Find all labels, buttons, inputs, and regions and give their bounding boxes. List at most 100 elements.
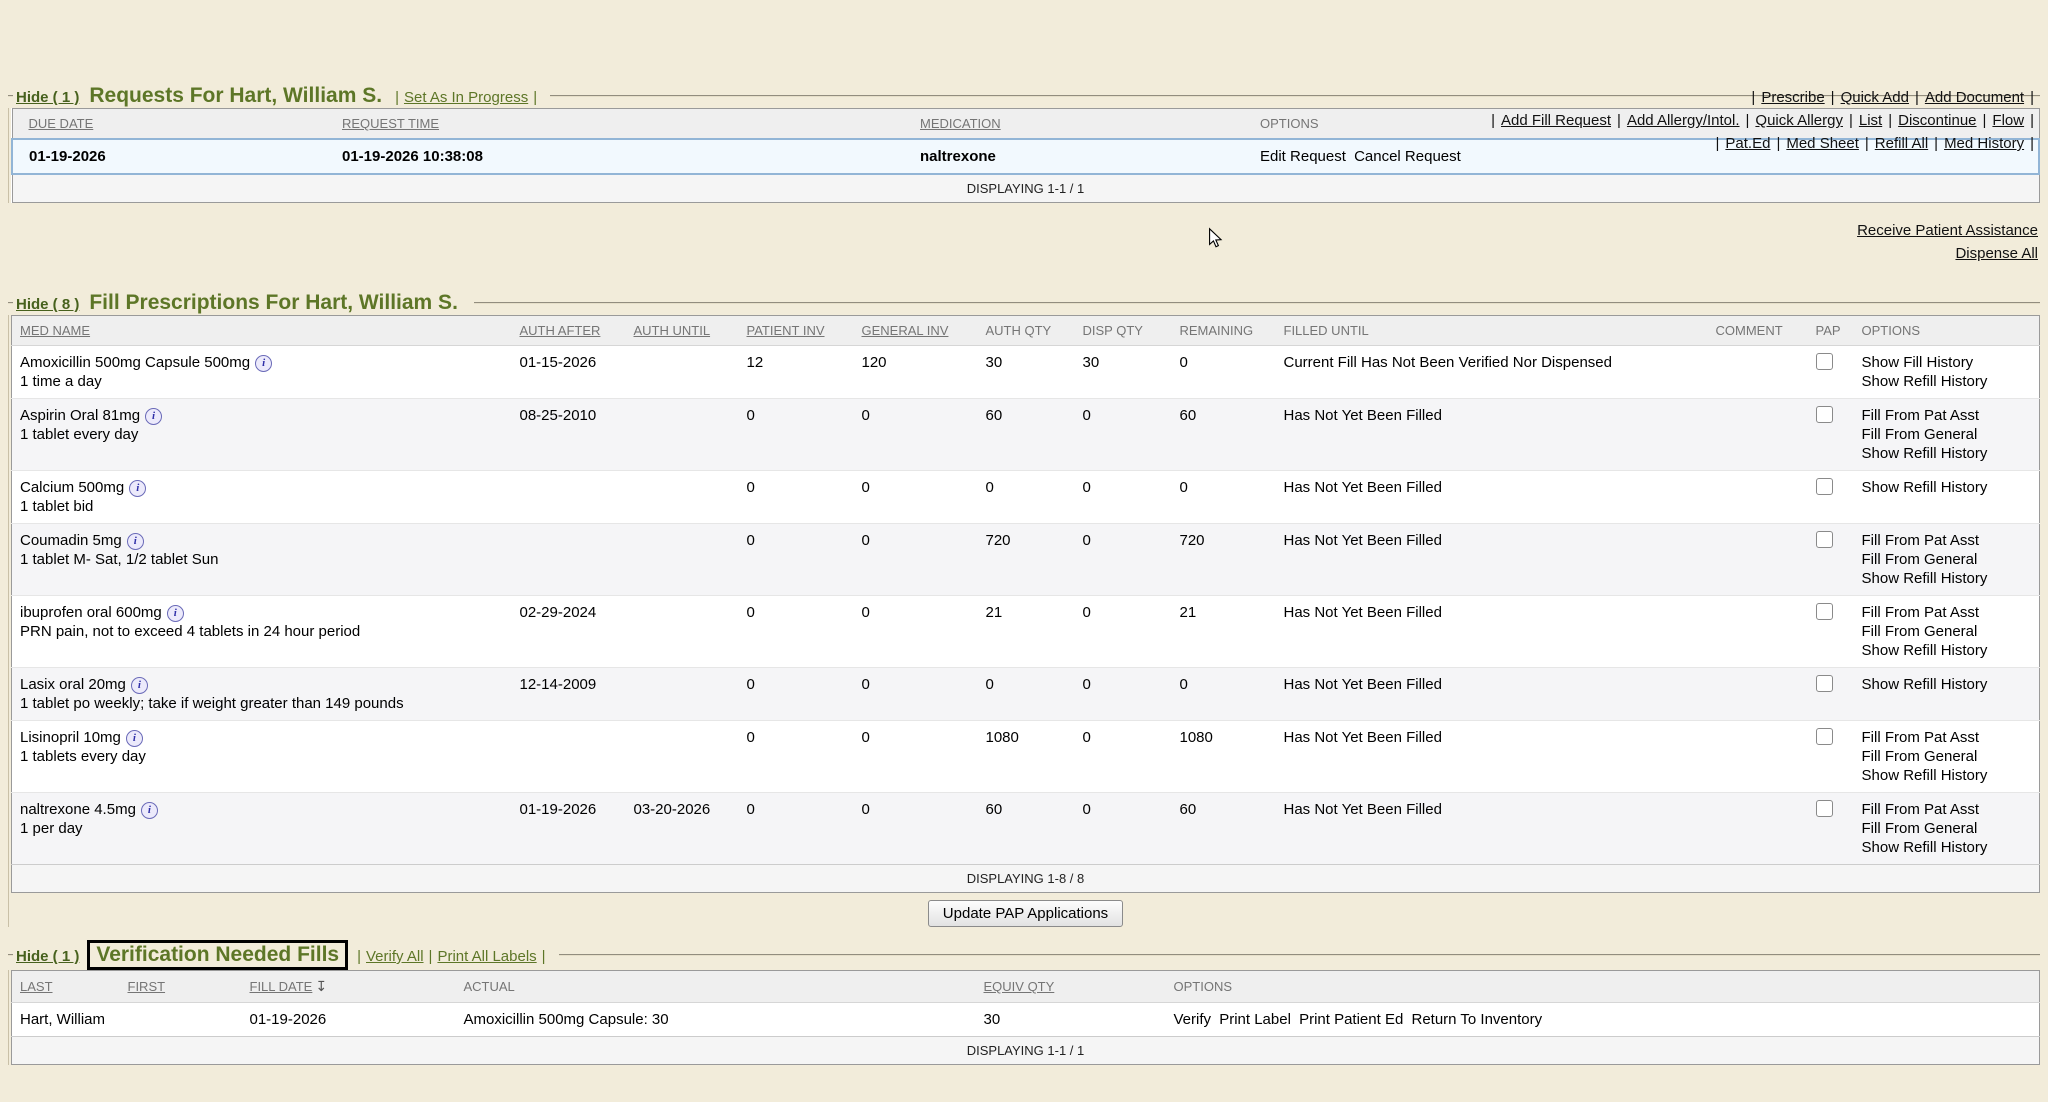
auth-qty-cell: 0 <box>978 668 1075 721</box>
show-refill-history-link[interactable]: Show Refill History <box>1862 372 2032 391</box>
info-icon[interactable]: i <box>131 677 148 694</box>
show-refill-history-link[interactable]: Show Refill History <box>1862 478 2032 497</box>
remaining-cell: 0 <box>1172 471 1276 524</box>
col-header-equiv-qty[interactable]: EQUIV QTY <box>976 971 1166 1003</box>
info-icon[interactable]: i <box>145 408 162 425</box>
col-header-auth-until[interactable]: AUTH UNTIL <box>626 316 739 346</box>
separator: | <box>1617 112 1621 129</box>
fill-from-pat-asst-link[interactable]: Fill From Pat Asst <box>1862 531 2032 550</box>
pap-checkbox[interactable] <box>1816 603 1833 620</box>
auth-after-cell: 12-14-2009 <box>512 668 626 721</box>
dispense-all-link[interactable]: Dispense All <box>1955 242 2038 265</box>
return-to-inventory-link[interactable]: Return To Inventory <box>1411 1011 1542 1028</box>
col-header-patient-inv[interactable]: PATIENT INV <box>739 316 854 346</box>
fill-from-general-link[interactable]: Fill From General <box>1862 747 2032 766</box>
verification-section-header: Hide ( 1 ) Verification Needed Fills | V… <box>8 940 2040 970</box>
fill-from-pat-asst-link[interactable]: Fill From Pat Asst <box>1862 800 2032 819</box>
col-header-last[interactable]: LAST <box>12 971 120 1003</box>
pap-checkbox[interactable] <box>1816 406 1833 423</box>
nav-refill-all-link[interactable]: Refill All <box>1875 135 1928 152</box>
fill-from-pat-asst-link[interactable]: Fill From Pat Asst <box>1862 406 2032 425</box>
show-refill-history-link[interactable]: Show Refill History <box>1862 675 2032 694</box>
fill-from-general-link[interactable]: Fill From General <box>1862 622 2032 641</box>
set-as-in-progress-link[interactable]: Set As In Progress <box>404 89 528 106</box>
nav-add-fill-request-link[interactable]: Add Fill Request <box>1501 112 1611 129</box>
pap-checkbox[interactable] <box>1816 478 1833 495</box>
fill-from-general-link[interactable]: Fill From General <box>1862 819 2032 838</box>
col-header-first[interactable]: FIRST <box>120 971 242 1003</box>
verification-hide-link[interactable]: Hide ( 1 ) <box>16 948 79 965</box>
general-inv-cell: 120 <box>854 346 978 399</box>
fill-from-pat-asst-link[interactable]: Fill From Pat Asst <box>1862 603 2032 622</box>
pap-checkbox[interactable] <box>1816 728 1833 745</box>
cancel-request-link[interactable]: Cancel Request <box>1354 148 1461 165</box>
col-header-due-date[interactable]: DUE DATE <box>12 109 334 140</box>
info-icon[interactable]: i <box>127 533 144 550</box>
show-refill-history-link[interactable]: Show Refill History <box>1862 838 2032 857</box>
med-name: Lasix oral 20mg <box>20 676 126 693</box>
med-sig: 1 tablet bid <box>20 497 504 516</box>
separator: | <box>542 948 546 965</box>
col-header-request-time[interactable]: REQUEST TIME <box>334 109 912 140</box>
pap-cell <box>1808 399 1854 471</box>
pap-checkbox[interactable] <box>1816 353 1833 370</box>
info-icon[interactable]: i <box>167 605 184 622</box>
info-icon[interactable]: i <box>141 802 158 819</box>
med-sig: 1 tablet M- Sat, 1/2 tablet Sun <box>20 550 504 569</box>
fill-from-general-link[interactable]: Fill From General <box>1862 550 2032 569</box>
separator: | <box>395 89 399 106</box>
receive-patient-assistance-link[interactable]: Receive Patient Assistance <box>1857 219 2038 242</box>
fill-hide-link[interactable]: Hide ( 8 ) <box>16 296 79 313</box>
nav-add-allergy-link[interactable]: Add Allergy/Intol. <box>1627 112 1740 129</box>
col-header-general-inv[interactable]: GENERAL INV <box>854 316 978 346</box>
verify-all-link[interactable]: Verify All <box>366 948 424 965</box>
disp-qty-cell: 0 <box>1075 793 1172 865</box>
comment-cell <box>1708 596 1808 668</box>
med-sig: 1 tablet po weekly; take if weight great… <box>20 694 504 713</box>
show-refill-history-link[interactable]: Show Refill History <box>1862 766 2032 785</box>
col-header-medication[interactable]: MEDICATION <box>912 109 1252 140</box>
pap-checkbox[interactable] <box>1816 800 1833 817</box>
fill-date-cell: 01-19-2026 <box>242 1003 456 1037</box>
separator: | <box>533 89 537 106</box>
nav-quick-add-link[interactable]: Quick Add <box>1841 89 1909 106</box>
print-all-labels-link[interactable]: Print All Labels <box>437 948 536 965</box>
nav-add-document-link[interactable]: Add Document <box>1925 89 2024 106</box>
auth-qty-cell: 60 <box>978 793 1075 865</box>
show-refill-history-link[interactable]: Show Refill History <box>1862 569 2032 588</box>
col-header-fill-date[interactable]: FILL DATE↧ <box>242 971 456 1003</box>
pap-checkbox[interactable] <box>1816 531 1833 548</box>
info-icon[interactable]: i <box>126 730 143 747</box>
nav-quick-allergy-link[interactable]: Quick Allergy <box>1755 112 1843 129</box>
show-refill-history-link[interactable]: Show Refill History <box>1862 444 2032 463</box>
med-sig: 1 tablets every day <box>20 747 504 766</box>
nav-list-link[interactable]: List <box>1859 112 1882 129</box>
print-patient-ed-link[interactable]: Print Patient Ed <box>1299 1011 1403 1028</box>
show-fill-history-link[interactable]: Show Fill History <box>1862 353 2032 372</box>
info-icon[interactable]: i <box>255 355 272 372</box>
nav-prescribe-link[interactable]: Prescribe <box>1761 89 1824 106</box>
update-pap-applications-button[interactable]: Update PAP Applications <box>928 900 1123 927</box>
verify-link[interactable]: Verify <box>1174 1011 1212 1028</box>
pap-cell <box>1808 346 1854 399</box>
nav-flow-link[interactable]: Flow <box>1992 112 2024 129</box>
show-refill-history-link[interactable]: Show Refill History <box>1862 641 2032 660</box>
nav-pat-ed-link[interactable]: Pat.Ed <box>1725 135 1770 152</box>
nav-discontinue-link[interactable]: Discontinue <box>1898 112 1976 129</box>
info-icon[interactable]: i <box>129 480 146 497</box>
edit-request-link[interactable]: Edit Request <box>1260 148 1346 165</box>
pap-checkbox[interactable] <box>1816 675 1833 692</box>
col-header-med-name[interactable]: MED NAME <box>12 316 512 346</box>
print-label-link[interactable]: Print Label <box>1219 1011 1291 1028</box>
fill-from-pat-asst-link[interactable]: Fill From Pat Asst <box>1862 728 2032 747</box>
separator: | <box>1888 112 1892 129</box>
auth-after-cell: 01-19-2026 <box>512 793 626 865</box>
requests-hide-link[interactable]: Hide ( 1 ) <box>16 89 79 106</box>
fill-from-general-link[interactable]: Fill From General <box>1862 425 2032 444</box>
nav-med-sheet-link[interactable]: Med Sheet <box>1786 135 1859 152</box>
pap-cell <box>1808 596 1854 668</box>
separator: | <box>1746 112 1750 129</box>
nav-med-history-link[interactable]: Med History <box>1944 135 2024 152</box>
auth-until-cell <box>626 399 739 471</box>
col-header-auth-after[interactable]: AUTH AFTER <box>512 316 626 346</box>
